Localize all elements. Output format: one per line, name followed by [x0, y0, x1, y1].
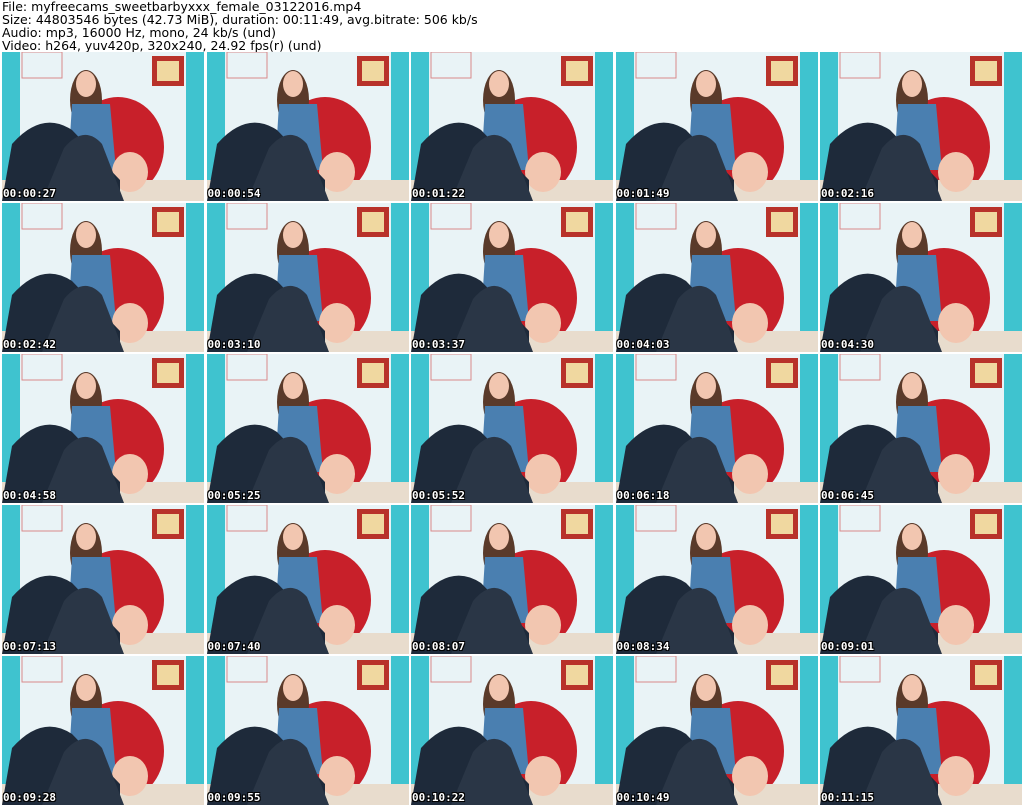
video-thumbnail: 00:10:22: [411, 656, 613, 805]
scene-image: [2, 52, 204, 201]
video-thumbnail: 00:09:55: [206, 656, 409, 805]
thumbnail-timestamp: 00:10:22: [412, 791, 465, 804]
video-thumbnail: 00:02:42: [2, 203, 204, 352]
video-thumbnail: 00:03:37: [411, 203, 613, 352]
scene-image: [411, 656, 613, 805]
thumbnail-timestamp: 00:01:49: [616, 187, 670, 200]
scene-image: [206, 656, 409, 805]
scene-image: [820, 505, 1022, 654]
scene-image: [206, 203, 409, 352]
scene-image: [411, 52, 613, 201]
thumbnail-timestamp: 00:07:40: [207, 640, 261, 653]
thumbnail-timestamp: 00:03:10: [207, 338, 261, 351]
thumbnail-timestamp: 00:02:16: [821, 187, 874, 200]
file-info-header: File: myfreecams_sweetbarbyxxx_female_03…: [2, 0, 1022, 52]
video-thumbnail: 00:06:45: [820, 354, 1022, 503]
video-thumbnail: 00:10:49: [615, 656, 818, 805]
video-thumbnail: 00:01:49: [615, 52, 818, 201]
scene-image: [206, 354, 409, 503]
thumbnail-grid: 00:00:27 00:00:54 00:01:22 00:01:49 00:02:16…: [2, 52, 1022, 809]
thumbnail-timestamp: 00:10:49: [616, 791, 670, 804]
scene-image: [820, 354, 1022, 503]
thumbnail-timestamp: 00:03:37: [412, 338, 465, 351]
scene-image: [411, 203, 613, 352]
video-thumbnail: 00:08:34: [615, 505, 818, 654]
video-thumbnail: 00:11:15: [820, 656, 1022, 805]
thumbnail-timestamp: 00:08:07: [412, 640, 465, 653]
thumbnail-timestamp: 00:07:13: [3, 640, 56, 653]
thumbnail-timestamp: 00:04:58: [3, 489, 56, 502]
video-thumbnail: 00:02:16: [820, 52, 1022, 201]
video-thumbnail: 00:01:22: [411, 52, 613, 201]
thumbnail-timestamp: 00:11:15: [821, 791, 874, 804]
scene-image: [2, 656, 204, 805]
video-thumbnail: 00:05:52: [411, 354, 613, 503]
scene-image: [820, 656, 1022, 805]
thumbnail-timestamp: 00:09:01: [821, 640, 874, 653]
scene-image: [206, 52, 409, 201]
thumbnail-timestamp: 00:05:25: [207, 489, 261, 502]
scene-image: [615, 505, 818, 654]
video-thumbnail: 00:04:30: [820, 203, 1022, 352]
scene-image: [2, 354, 204, 503]
thumbnail-timestamp: 00:06:18: [616, 489, 670, 502]
video-thumbnail: 00:05:25: [206, 354, 409, 503]
video-thumbnail: 00:08:07: [411, 505, 613, 654]
thumbnail-timestamp: 00:09:28: [3, 791, 56, 804]
thumbnail-timestamp: 00:05:52: [412, 489, 465, 502]
scene-image: [411, 354, 613, 503]
thumbnail-timestamp: 00:06:45: [821, 489, 874, 502]
video-thumbnail: 00:07:13: [2, 505, 204, 654]
thumbnail-timestamp: 00:02:42: [3, 338, 56, 351]
video-thumbnail: 00:04:58: [2, 354, 204, 503]
video-thumbnail: 00:09:28: [2, 656, 204, 805]
video-thumbnail: 00:09:01: [820, 505, 1022, 654]
scene-image: [2, 505, 204, 654]
scene-image: [615, 203, 818, 352]
thumbnail-timestamp: 00:00:27: [3, 187, 56, 200]
video-thumbnail: 00:04:03: [615, 203, 818, 352]
scene-image: [820, 203, 1022, 352]
video-thumbnail: 00:07:40: [206, 505, 409, 654]
thumbnail-timestamp: 00:04:03: [616, 338, 670, 351]
video-info-line: Video: h264, yuv420p, 320x240, 24.92 fps…: [2, 38, 322, 53]
video-thumbnail: 00:06:18: [615, 354, 818, 503]
scene-image: [615, 354, 818, 503]
thumbnail-timestamp: 00:00:54: [207, 187, 261, 200]
scene-image: [206, 505, 409, 654]
scene-image: [615, 656, 818, 805]
thumbnail-timestamp: 00:04:30: [821, 338, 874, 351]
video-thumbnail: 00:03:10: [206, 203, 409, 352]
scene-image: [615, 52, 818, 201]
thumbnail-timestamp: 00:09:55: [207, 791, 261, 804]
thumbnail-timestamp: 00:08:34: [616, 640, 670, 653]
thumbnail-timestamp: 00:01:22: [412, 187, 465, 200]
scene-image: [411, 505, 613, 654]
scene-image: [820, 52, 1022, 201]
scene-image: [2, 203, 204, 352]
video-thumbnail: 00:00:27: [2, 52, 204, 201]
video-thumbnail: 00:00:54: [206, 52, 409, 201]
